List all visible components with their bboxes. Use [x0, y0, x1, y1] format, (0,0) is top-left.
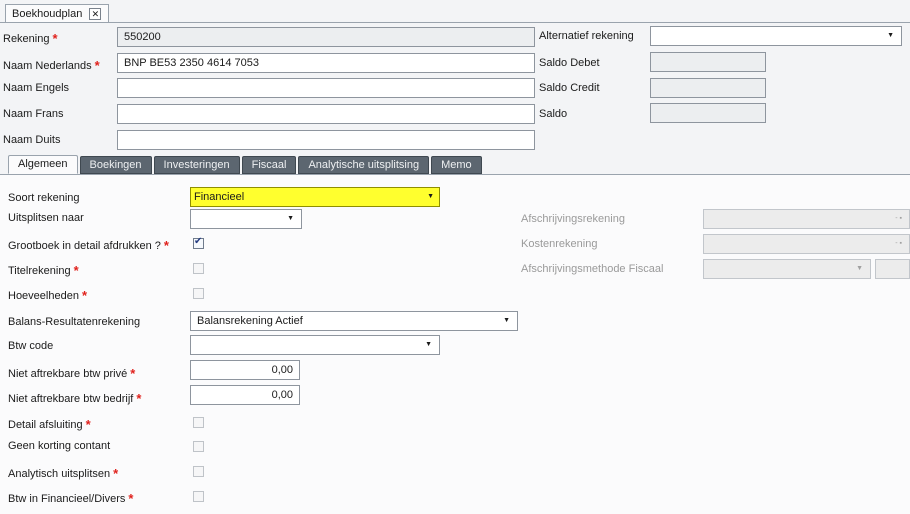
naam-nederlands-label: Naam Nederlands * — [3, 58, 100, 73]
saldo-credit-field — [650, 78, 766, 98]
geen-korting-checkbox[interactable] — [193, 441, 204, 452]
afschrijvingsmethode-extra-field — [875, 259, 910, 279]
required-marker: * — [113, 466, 119, 481]
grootboek-detail-label: Grootboek in detail afdrukken ? * — [8, 238, 169, 253]
kostenrekening-dropdown: - ▪ — [703, 234, 910, 254]
analytisch-checkbox[interactable] — [193, 466, 204, 477]
uitsplitsen-naar-dropdown[interactable]: ▼ — [190, 209, 302, 229]
required-marker: * — [130, 366, 136, 381]
titelrekening-checkbox[interactable] — [193, 263, 204, 274]
tab-boekingen[interactable]: Boekingen — [79, 156, 152, 174]
niet-aftrek-prive-label: Niet aftrekbare btw privé * — [8, 366, 136, 381]
btw-financieel-label: Btw in Financieel/Divers * — [8, 491, 134, 506]
required-marker: * — [128, 491, 134, 506]
required-marker: * — [136, 391, 142, 406]
soort-rekening-value: Financieel — [194, 191, 245, 203]
detail-afsluiting-checkbox[interactable] — [193, 417, 204, 428]
document-tab-title: Boekhoudplan — [12, 8, 83, 20]
niet-aftrek-bedrijf-label: Niet aftrekbare btw bedrijf * — [8, 391, 142, 406]
naam-nederlands-field[interactable]: BNP BE53 2350 4614 7053 — [117, 53, 535, 73]
detail-afsluiting-label: Detail afsluiting * — [8, 417, 91, 432]
document-tab-divider — [0, 22, 910, 23]
saldo-debet-label: Saldo Debet — [539, 57, 600, 69]
balans-resultaten-label: Balans-Resultatenrekening — [8, 316, 141, 328]
required-marker: * — [52, 31, 58, 46]
saldo-debet-field — [650, 52, 766, 72]
grootboek-detail-checkbox[interactable] — [193, 236, 204, 249]
chevron-down-icon: - ▪ — [895, 240, 902, 247]
afschrijvingsrekening-dropdown: - ▪ — [703, 209, 910, 229]
hoeveelheden-checkbox[interactable] — [193, 288, 204, 299]
afschrijvingsmethode-dropdown: ▼ — [703, 259, 871, 279]
uitsplitsen-naar-label: Uitsplitsen naar — [8, 212, 84, 224]
naam-engels-label: Naam Engels — [3, 82, 70, 94]
saldo-label: Saldo — [539, 108, 568, 120]
tab-memo[interactable]: Memo — [431, 156, 482, 174]
close-icon[interactable]: ✕ — [89, 8, 102, 20]
tab-bar: Algemeen Boekingen Investeringen Fiscaal… — [8, 155, 484, 174]
niet-aftrek-prive-field[interactable]: 0,00 — [190, 360, 300, 380]
tab-fiscaal[interactable]: Fiscaal — [241, 156, 297, 174]
rekening-label: Rekening * — [3, 31, 58, 46]
chevron-down-icon: ▼ — [887, 32, 894, 39]
chevron-down-icon: ▼ — [503, 317, 510, 324]
hoeveelheden-label: Hoeveelheden * — [8, 288, 88, 303]
titelrekening-label: Titelrekening * — [8, 263, 79, 278]
chevron-down-icon: ▼ — [287, 215, 294, 222]
alternatief-rekening-label: Alternatief rekening — [539, 30, 634, 42]
soort-rekening-label: Soort rekening — [8, 192, 80, 204]
afschrijvingsmethode-label: Afschrijvingsmethode Fiscaal — [521, 263, 664, 275]
alternatief-rekening-dropdown[interactable]: ▼ — [650, 26, 902, 46]
tab-algemeen[interactable]: Algemeen — [8, 155, 78, 174]
balans-resultaten-value: Balansrekening Actief — [197, 315, 303, 327]
required-marker: * — [73, 263, 79, 278]
btw-code-label: Btw code — [8, 340, 54, 352]
saldo-credit-label: Saldo Credit — [539, 82, 600, 94]
chevron-down-icon: - ▪ — [895, 215, 902, 222]
tab-analytische-uitsplitsing[interactable]: Analytische uitsplitsing — [298, 156, 430, 174]
document-tab-boekhoudplan[interactable]: Boekhoudplan ✕ — [5, 4, 109, 23]
rekening-field[interactable]: 550200 — [117, 27, 535, 47]
afschrijvingsrekening-label: Afschrijvingsrekening — [521, 213, 625, 225]
saldo-field — [650, 103, 766, 123]
chevron-down-icon: ▼ — [425, 341, 432, 348]
tab-investeringen[interactable]: Investeringen — [153, 156, 240, 174]
soort-rekening-dropdown[interactable]: Financieel ▼ — [190, 187, 440, 207]
btw-code-dropdown[interactable]: ▼ — [190, 335, 440, 355]
required-marker: * — [94, 58, 100, 73]
naam-engels-field[interactable] — [117, 78, 535, 98]
btw-financieel-checkbox[interactable] — [193, 491, 204, 502]
geen-korting-label: Geen korting contant — [8, 440, 111, 452]
required-marker: * — [163, 238, 169, 253]
required-marker: * — [81, 288, 88, 303]
naam-frans-label: Naam Frans — [3, 108, 64, 120]
balans-resultaten-dropdown[interactable]: Balansrekening Actief ▼ — [190, 311, 518, 331]
chevron-down-icon: ▼ — [856, 265, 863, 272]
algemeen-panel: Soort rekening Financieel ▼ Uitsplitsen n… — [0, 174, 910, 514]
naam-frans-field[interactable] — [117, 104, 535, 124]
naam-duits-field[interactable] — [117, 130, 535, 150]
niet-aftrek-bedrijf-field[interactable]: 0,00 — [190, 385, 300, 405]
chevron-down-icon: ▼ — [427, 193, 434, 200]
kostenrekening-label: Kostenrekening — [521, 238, 598, 250]
naam-duits-label: Naam Duits — [3, 134, 61, 146]
required-marker: * — [85, 417, 91, 432]
analytisch-label: Analytisch uitsplitsen * — [8, 466, 119, 481]
